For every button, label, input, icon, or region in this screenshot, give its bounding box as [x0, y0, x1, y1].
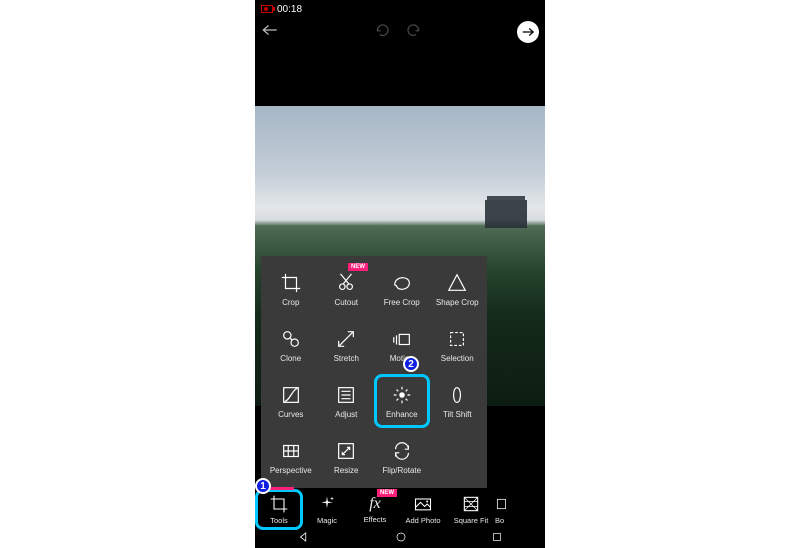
tool-label: Enhance: [386, 410, 418, 419]
active-indicator: [268, 487, 294, 490]
photo-building-shape: [485, 200, 527, 228]
bottom-magic[interactable]: Magic: [303, 494, 351, 525]
tool-tiltshift[interactable]: Tilt Shift: [430, 374, 486, 428]
forward-button[interactable]: [517, 21, 539, 43]
bottom-label: Square Fit: [454, 516, 489, 525]
nav-back-icon[interactable]: [297, 530, 311, 548]
phone-frame: 00:18 Crop: [255, 0, 545, 548]
tool-cutout[interactable]: NEW Cutout: [319, 262, 375, 316]
tool-adjust[interactable]: Adjust: [319, 374, 375, 428]
tool-resize[interactable]: Resize: [319, 430, 375, 484]
tool-freecrop[interactable]: Free Crop: [374, 262, 430, 316]
status-time: 00:18: [277, 4, 302, 15]
nav-recent-icon[interactable]: [491, 530, 503, 548]
tool-label: Stretch: [334, 354, 359, 363]
tool-shapecrop[interactable]: Shape Crop: [430, 262, 486, 316]
tool-label: Resize: [334, 466, 358, 475]
tool-label: Crop: [282, 298, 299, 307]
tool-label: Curves: [278, 410, 303, 419]
nav-home-icon[interactable]: [395, 530, 407, 548]
app-top-bar: [255, 18, 545, 46]
tool-label: Adjust: [335, 410, 357, 419]
recording-icon: [261, 5, 273, 13]
tool-label: Selection: [441, 354, 474, 363]
fx-icon: fx: [369, 495, 381, 513]
bottom-label: Tools: [270, 516, 288, 525]
android-nav-bar: [255, 530, 545, 548]
back-icon[interactable]: [261, 23, 279, 42]
tool-crop[interactable]: Crop: [263, 262, 319, 316]
tool-label: Perspective: [270, 466, 312, 475]
bottom-toolbar: Tools Magic NEW fx Effects Add Photo Squ…: [255, 488, 545, 530]
tool-empty: [430, 430, 486, 484]
tools-popup: Crop NEW Cutout Free Crop Shape Crop Clo…: [261, 256, 487, 488]
new-badge: NEW: [348, 263, 368, 271]
tool-stretch[interactable]: Stretch: [319, 318, 375, 372]
bottom-label: Effects: [364, 515, 387, 524]
tool-curves[interactable]: Curves: [263, 374, 319, 428]
status-bar: 00:18: [255, 0, 545, 18]
new-badge: NEW: [377, 489, 397, 497]
tool-fliprotate[interactable]: Flip/Rotate: [374, 430, 430, 484]
tool-label: Cutout: [334, 298, 358, 307]
tool-label: Tilt Shift: [443, 410, 472, 419]
tool-motion[interactable]: Motion: [374, 318, 430, 372]
bottom-tools[interactable]: Tools: [255, 489, 303, 530]
bottom-addphoto[interactable]: Add Photo: [399, 494, 447, 525]
bottom-squarefit[interactable]: Square Fit: [447, 494, 495, 525]
tool-perspective[interactable]: Perspective: [263, 430, 319, 484]
tool-label: Clone: [280, 354, 301, 363]
tool-selection[interactable]: Selection: [430, 318, 486, 372]
tool-enhance[interactable]: Enhance: [374, 374, 430, 428]
bottom-label: Bo: [495, 516, 504, 525]
redo-icon[interactable]: [405, 23, 423, 42]
annotation-2: 2: [403, 356, 419, 372]
bottom-border[interactable]: Bo: [495, 494, 515, 525]
bottom-label: Magic: [317, 516, 337, 525]
bottom-effects[interactable]: NEW fx Effects: [351, 495, 399, 524]
tool-label: Free Crop: [384, 298, 420, 307]
tool-label: Shape Crop: [436, 298, 479, 307]
bottom-label: Add Photo: [405, 516, 440, 525]
annotation-1: 1: [255, 478, 271, 494]
undo-icon[interactable]: [373, 23, 391, 42]
tool-clone[interactable]: Clone: [263, 318, 319, 372]
tool-label: Flip/Rotate: [382, 466, 421, 475]
